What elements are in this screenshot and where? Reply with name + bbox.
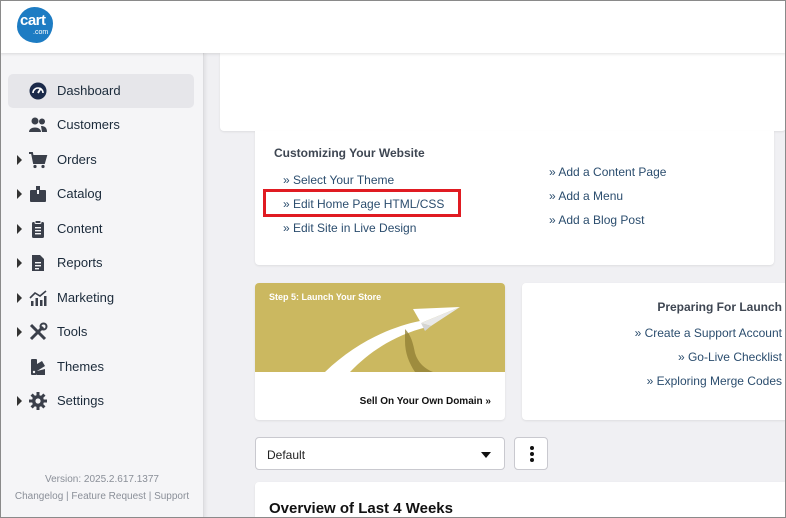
tools-icon	[29, 322, 48, 341]
box-icon	[30, 186, 46, 202]
document-icon	[32, 255, 44, 271]
sidebar-item-label: Marketing	[57, 290, 115, 305]
sidebar-item-settings[interactable]: Settings	[8, 384, 194, 418]
kebab-dot-icon	[530, 452, 534, 456]
changelog-link[interactable]: Changelog	[15, 491, 63, 502]
select-value: Default	[267, 448, 306, 462]
top-header: cart .com	[0, 0, 786, 53]
link-separator: |	[145, 491, 155, 502]
customers-icon	[29, 117, 47, 132]
customizing-title: Customizing Your Website	[274, 146, 425, 160]
sidebar-item-catalog[interactable]: Catalog	[8, 177, 194, 211]
edit-live-design-link[interactable]: » Edit Site in Live Design	[283, 221, 416, 235]
go-live-checklist-link[interactable]: » Go-Live Checklist	[678, 350, 782, 364]
add-blog-post-link[interactable]: » Add a Blog Post	[549, 213, 644, 227]
overview-title: Overview of Last 4 Weeks	[269, 500, 453, 517]
support-link[interactable]: Support	[154, 491, 189, 502]
expand-caret-icon[interactable]	[17, 327, 22, 337]
expand-caret-icon[interactable]	[17, 189, 22, 199]
chevron-down-icon	[481, 452, 491, 458]
sidebar-item-label: Dashboard	[57, 83, 121, 98]
sidebar-item-label: Settings	[57, 393, 104, 408]
cart-logo[interactable]: cart .com	[17, 7, 53, 43]
sidebar-item-marketing[interactable]: Marketing	[8, 281, 194, 315]
sidebar-item-dashboard[interactable]: Dashboard	[8, 74, 194, 108]
merge-codes-link[interactable]: » Exploring Merge Codes	[647, 374, 782, 388]
gear-icon	[29, 392, 47, 410]
sidebar-item-themes[interactable]: Themes	[8, 350, 194, 384]
launch-banner: Step 5: Launch Your Store	[255, 283, 505, 372]
logo-suffix: .com	[33, 29, 49, 36]
overview-card: Overview of Last 4 Weeks	[255, 482, 786, 518]
version-text: Version: 2025.2.617.1377	[45, 474, 159, 485]
launch-title: Preparing For Launch	[657, 300, 782, 314]
add-content-page-link[interactable]: » Add a Content Page	[549, 165, 666, 179]
sidebar-item-label: Themes	[57, 359, 104, 374]
select-theme-link[interactable]: » Select Your Theme	[283, 173, 394, 187]
sidebar-item-customers[interactable]: Customers	[8, 108, 194, 142]
kebab-dot-icon	[530, 458, 534, 462]
palette-icon	[31, 359, 45, 375]
dashboard-icon	[29, 82, 47, 100]
sidebar-item-label: Customers	[57, 117, 120, 132]
step-title: Step 5: Launch Your Store	[269, 292, 382, 302]
edit-home-page-link[interactable]: » Edit Home Page HTML/CSS	[283, 197, 444, 211]
expand-caret-icon[interactable]	[17, 293, 22, 303]
dashboard-layout-select[interactable]: Default	[255, 437, 505, 470]
support-account-link[interactable]: » Create a Support Account	[635, 326, 782, 340]
expand-caret-icon[interactable]	[17, 155, 22, 165]
feature-request-link[interactable]: Feature Request	[71, 491, 146, 502]
launch-card: Preparing For Launch » Create a Support …	[522, 283, 786, 420]
step-card[interactable]: Step 5: Launch Your Store Sell On Your O…	[255, 283, 505, 420]
chart-icon	[29, 290, 47, 306]
sidebar-item-orders[interactable]: Orders	[8, 143, 194, 177]
cart-icon	[29, 152, 48, 169]
customizing-card: Customizing Your Website » Select Your T…	[255, 131, 774, 265]
expand-caret-icon[interactable]	[17, 258, 22, 268]
sidebar-item-label: Orders	[57, 152, 97, 167]
sidebar-item-label: Content	[57, 221, 103, 236]
more-options-button[interactable]	[514, 437, 548, 470]
sell-own-domain-link[interactable]: Sell On Your Own Domain »	[360, 396, 491, 407]
logo-text: cart	[20, 12, 46, 29]
clipboard-icon	[32, 220, 44, 238]
sidebar-item-content[interactable]: Content	[8, 212, 194, 246]
expand-caret-icon[interactable]	[17, 224, 22, 234]
sidebar: Dashboard Customers Orders Catalog Conte…	[0, 53, 204, 518]
sidebar-item-label: Tools	[57, 324, 88, 339]
top-card	[220, 53, 786, 131]
sidebar-item-reports[interactable]: Reports	[8, 246, 194, 280]
sidebar-item-tools[interactable]: Tools	[8, 315, 194, 349]
expand-caret-icon[interactable]	[17, 396, 22, 406]
kebab-dot-icon	[530, 446, 534, 450]
sidebar-item-label: Reports	[57, 255, 103, 270]
add-menu-link[interactable]: » Add a Menu	[549, 189, 623, 203]
sidebar-item-label: Catalog	[57, 186, 102, 201]
sidebar-footer-links: Changelog | Feature Request | Support	[0, 491, 204, 502]
